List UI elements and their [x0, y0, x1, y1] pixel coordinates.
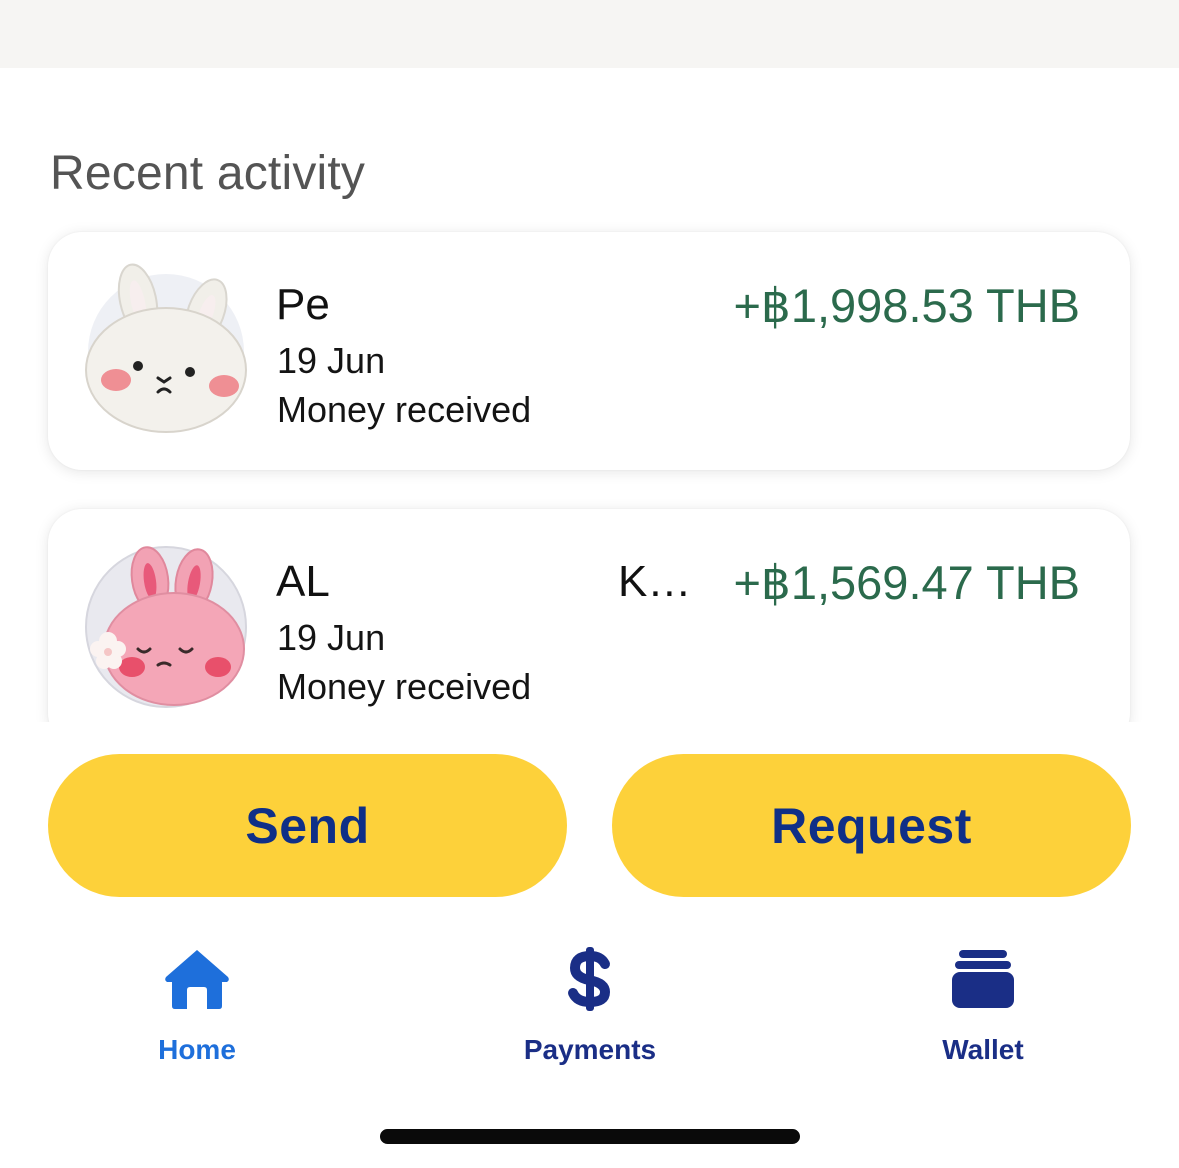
tab-payments[interactable]: Payments — [470, 944, 710, 1066]
request-button[interactable]: Request — [612, 754, 1131, 897]
tab-payments-label: Payments — [523, 1034, 657, 1065]
activity-row[interactable]: Pe 19 Jun Money received +฿1,998.53 THB — [48, 232, 1130, 470]
tab-home-label: Home — [158, 1034, 236, 1065]
transaction-amount: +฿1,998.53 THB — [733, 279, 1080, 332]
wallet-icon — [952, 950, 1014, 1008]
tab-home[interactable]: Home — [77, 944, 317, 1066]
transaction-amount: +฿1,569.47 THB — [733, 556, 1080, 609]
home-indicator — [380, 1129, 800, 1144]
section-title: Recent activity — [50, 147, 366, 200]
white-bunny-avatar — [85, 263, 247, 433]
app-screen: Recent activity Pe 19 Jun Money received… — [0, 0, 1179, 1168]
contact-name-truncated: K… — [618, 557, 692, 606]
transaction-date: 19 Jun — [277, 340, 386, 381]
transaction-type: Money received — [277, 389, 532, 430]
tab-wallet[interactable]: Wallet — [863, 944, 1103, 1066]
transaction-date: 19 Jun — [277, 617, 386, 658]
bottom-panel: Send Request Home Payments Wallet — [0, 722, 1179, 1168]
contact-name: AL — [276, 557, 330, 606]
dollar-icon — [568, 947, 611, 1011]
home-icon — [165, 950, 229, 1009]
send-button[interactable]: Send — [48, 754, 567, 897]
transaction-type: Money received — [277, 666, 532, 707]
contact-name: Pe — [276, 280, 330, 329]
activity-row[interactable]: AL K… 19 Jun Money received +฿1,569.47 T… — [48, 509, 1130, 747]
pink-bunny-avatar — [85, 546, 247, 708]
tab-wallet-label: Wallet — [942, 1034, 1024, 1065]
avatar — [78, 537, 254, 713]
avatar — [78, 260, 254, 436]
top-bar — [0, 0, 1179, 68]
